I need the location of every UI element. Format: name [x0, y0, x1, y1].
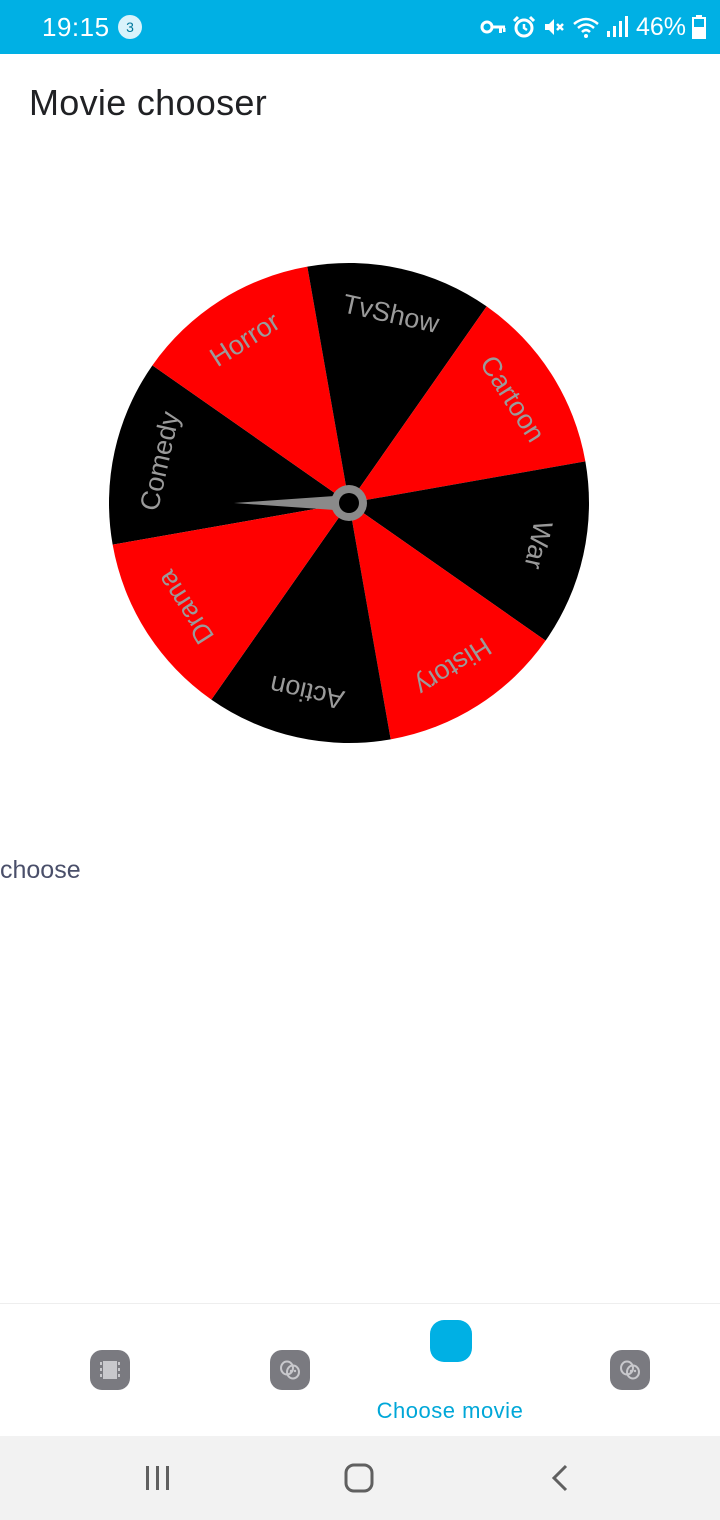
bottom-navigation: Choose movie: [0, 1303, 720, 1437]
spin-wheel[interactable]: Comedy Horror TvShow Cartoon War History Actio…: [108, 262, 590, 744]
film-icon: [90, 1350, 130, 1390]
battery-icon: [692, 15, 706, 39]
notification-count-badge: 3: [118, 15, 142, 39]
system-navigation-bar: [0, 1436, 720, 1520]
alarm-icon: [512, 15, 536, 38]
wheel-canvas[interactable]: ComedyHorror TvShowCartoonWarHistoryActio…: [108, 262, 590, 744]
home-icon: [344, 1463, 374, 1493]
back-icon: [551, 1464, 568, 1492]
status-time: 19:15: [42, 12, 110, 42]
nav-item-choose-movie[interactable]: Choose movie: [360, 1304, 540, 1437]
status-bar: 19:15 3 46%: [0, 0, 720, 54]
theater-masks-icon: [270, 1350, 310, 1390]
page-title: Movie chooser: [29, 82, 268, 123]
nav-label-choose-movie: Choose movie: [376, 1398, 524, 1423]
nav-item-genres[interactable]: [200, 1304, 380, 1437]
theater-masks-icon: [610, 1350, 650, 1390]
choose-movie-icon: [430, 1320, 472, 1362]
battery-percent: 46%: [635, 12, 686, 41]
recent-apps-button[interactable]: [128, 1456, 188, 1500]
status-icons: 46%: [474, 10, 706, 44]
nav-item-movies[interactable]: [20, 1304, 200, 1437]
nav-item-favorites[interactable]: [540, 1304, 720, 1437]
back-button[interactable]: [530, 1456, 590, 1500]
mute-icon: [544, 19, 564, 35]
choose-label[interactable]: choose: [0, 856, 81, 885]
vpn-key-icon: [480, 20, 506, 34]
recent-apps-icon: [146, 1466, 169, 1490]
wifi-icon: [573, 17, 599, 38]
wheel-hub-center: [339, 493, 359, 513]
signal-icon: [606, 16, 628, 37]
home-button[interactable]: [329, 1456, 389, 1500]
